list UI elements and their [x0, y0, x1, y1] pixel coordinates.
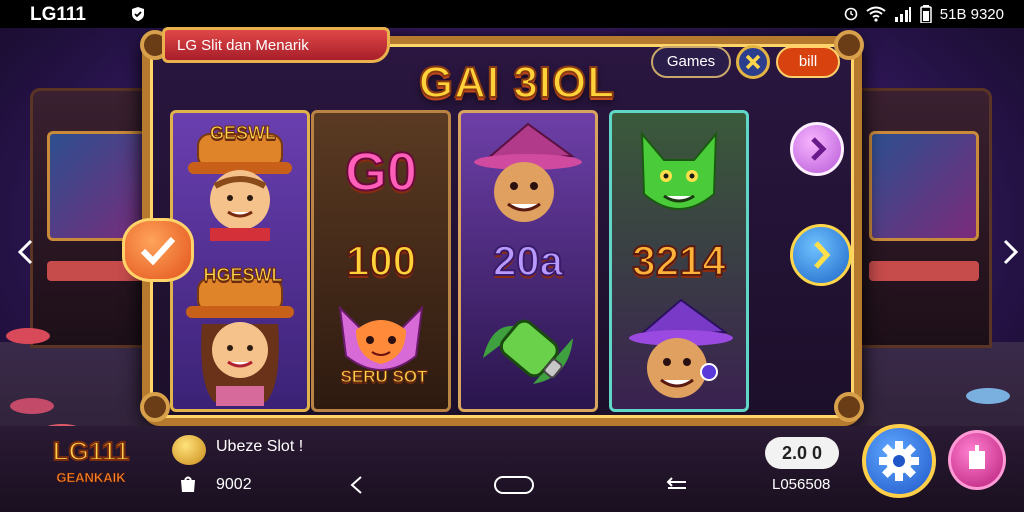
reel-4: 3214 — [609, 110, 749, 412]
credit-id: L056508 — [772, 476, 831, 493]
brand-tagline: GEANKAIK — [56, 470, 126, 486]
reel-3: 20a — [458, 110, 598, 412]
spin-next-button[interactable] — [790, 224, 852, 286]
coin-icon — [172, 435, 206, 465]
bag-value: 9002 — [216, 476, 252, 493]
games-button[interactable]: Games — [651, 46, 731, 78]
check-icon — [140, 236, 176, 266]
casino-chip — [10, 398, 54, 414]
home-button[interactable] — [494, 476, 534, 494]
chevron-right-icon — [811, 137, 827, 161]
credit-display: 2.0 0 — [765, 437, 839, 469]
frame-ornament — [140, 392, 170, 422]
close-button[interactable] — [736, 45, 770, 79]
status-text: 51B 9320 — [939, 5, 1004, 23]
symbol-number-mid: 20a — [492, 236, 564, 285]
menu-button[interactable] — [948, 430, 1006, 490]
chevron-left-icon[interactable] — [14, 238, 38, 266]
status-bar: LG111 51B 9320 — [0, 0, 1024, 28]
chevron-right-icon — [814, 241, 831, 269]
gear-icon — [879, 441, 919, 481]
symbol-label-bottom: HGESWL — [203, 265, 283, 286]
arcade-cabinet-right — [852, 88, 992, 348]
symbol-number-mid: 3214 — [631, 236, 726, 285]
chevron-right-icon[interactable] — [998, 238, 1022, 266]
game-logo: GAI 3IOL — [418, 57, 616, 108]
casino-chip — [6, 328, 50, 344]
symbol-number-mid: 100 — [345, 236, 417, 285]
banner-title: LG Slit dan Menarik — [177, 37, 309, 54]
close-icon — [745, 54, 761, 70]
settings-button[interactable] — [862, 424, 936, 498]
message-text: Ubeze Slot ! — [216, 438, 304, 455]
next-button-top[interactable] — [790, 122, 844, 176]
brand-name: LG111 — [52, 435, 131, 467]
symbol-potion-bottle — [461, 295, 595, 405]
symbol-caption: SERU SOT — [340, 367, 428, 387]
recent-apps-icon[interactable] — [662, 474, 692, 496]
status-app-name: LG111 — [30, 4, 86, 25]
symbol-green-cat — [612, 121, 746, 231]
confirm-button[interactable] — [122, 218, 194, 282]
wifi-icon — [866, 6, 886, 22]
back-icon[interactable] — [346, 474, 368, 496]
symbol-wizard-goblin — [461, 119, 595, 229]
casino-chip — [966, 388, 1010, 404]
brand-logo: LG111 GEANKAIK — [26, 434, 156, 500]
reel-2: G0 100 SERU SOT — [311, 110, 451, 412]
symbol-number-top: G0 — [344, 141, 418, 203]
frame-ornament — [834, 392, 864, 422]
bill-button[interactable]: bill — [776, 46, 840, 78]
shield-icon — [132, 7, 144, 21]
battery-icon — [920, 5, 932, 23]
alarm-icon — [844, 7, 858, 21]
signal-icon — [894, 7, 911, 22]
bars-icon — [969, 445, 985, 469]
bag-icon — [181, 476, 195, 492]
title-banner: LG Slit dan Menarik — [162, 27, 390, 63]
symbol-label-top: GESWL — [210, 123, 277, 144]
symbol-wizard-goblin — [612, 295, 746, 405]
